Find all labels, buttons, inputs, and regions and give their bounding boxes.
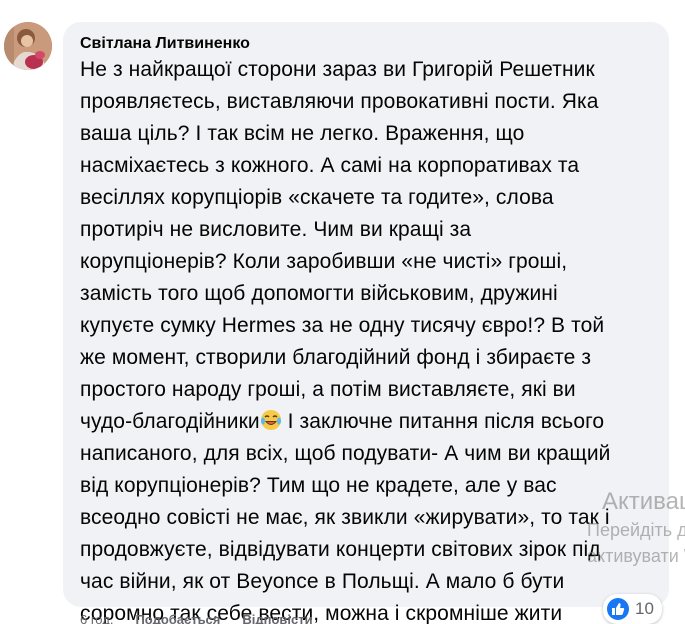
comment-line: насміхаєтесь з кожного. А самі на корпор… (80, 154, 580, 177)
comment-line: весіллях корупціорів «скачете та годите»… (80, 186, 554, 209)
comment-line: продовжуєте, відвідувати концерти світов… (80, 538, 601, 561)
comment-line: корупціонерів? Коли заробивши «не чисті»… (80, 250, 568, 273)
comment-line: проявляєтесь, виставляючи провокативні п… (80, 90, 599, 113)
comment-line: купуєте сумку Hermes за не одну тисячу є… (80, 314, 605, 337)
avatar[interactable] (4, 22, 52, 70)
comment-line: протиріч не висловите. Чим ви кращі за (80, 218, 472, 241)
reply-button[interactable]: Відповісти (242, 612, 312, 624)
comment-line: від корупціонерів? Тим що не крадете, ал… (80, 474, 557, 497)
comment-line: всеодно совісті не має, як звикли «жирув… (80, 506, 610, 529)
reaction-count: 10 (635, 599, 654, 618)
comment-timestamp[interactable]: 6 год. (80, 612, 113, 624)
reaction-summary[interactable]: 10 (603, 594, 662, 624)
laughing-tears-emoji-icon (260, 410, 281, 430)
comment-line: час війни, як от Beyonce в Польщі. А мал… (80, 570, 565, 593)
like-icon (607, 598, 629, 620)
like-button[interactable]: Подобається (135, 612, 220, 624)
comment-actions: 6 год. Подобається Відповісти (80, 612, 313, 624)
comment-bubble: Світлана Литвиненко Не з найкращої сторо… (63, 22, 669, 624)
comment-line: Не з найкращої сторони зараз ви Григорій… (80, 58, 595, 81)
comment-line: замість того щоб допомогти військовим, д… (80, 282, 558, 305)
comment-line: ваша ціль? І так всім не легко. Враження… (80, 122, 525, 145)
comment-text: Не з найкращої сторони зараз ви Григорій… (80, 54, 653, 624)
thumbs-up-icon (612, 603, 625, 615)
comment-line: простого народу гроші, а потім виставляє… (80, 378, 576, 401)
comment-screen: Світлана Литвиненко Не з найкращої сторо… (0, 0, 685, 624)
comment-author[interactable]: Світлана Литвиненко (80, 34, 653, 54)
avatar-image (4, 22, 52, 70)
comment-line-start: чудо-благодійники (80, 410, 260, 433)
comment-line: написаного, для всіх, щоб подувати- А чи… (80, 442, 611, 465)
comment-line-tail: І заключне питання після всього (281, 410, 605, 433)
comment-line: же момент, створили благодійний фонд і з… (80, 346, 592, 369)
comment-line-with-emoji: чудо-благодійники І заключне питання піс… (80, 406, 653, 438)
